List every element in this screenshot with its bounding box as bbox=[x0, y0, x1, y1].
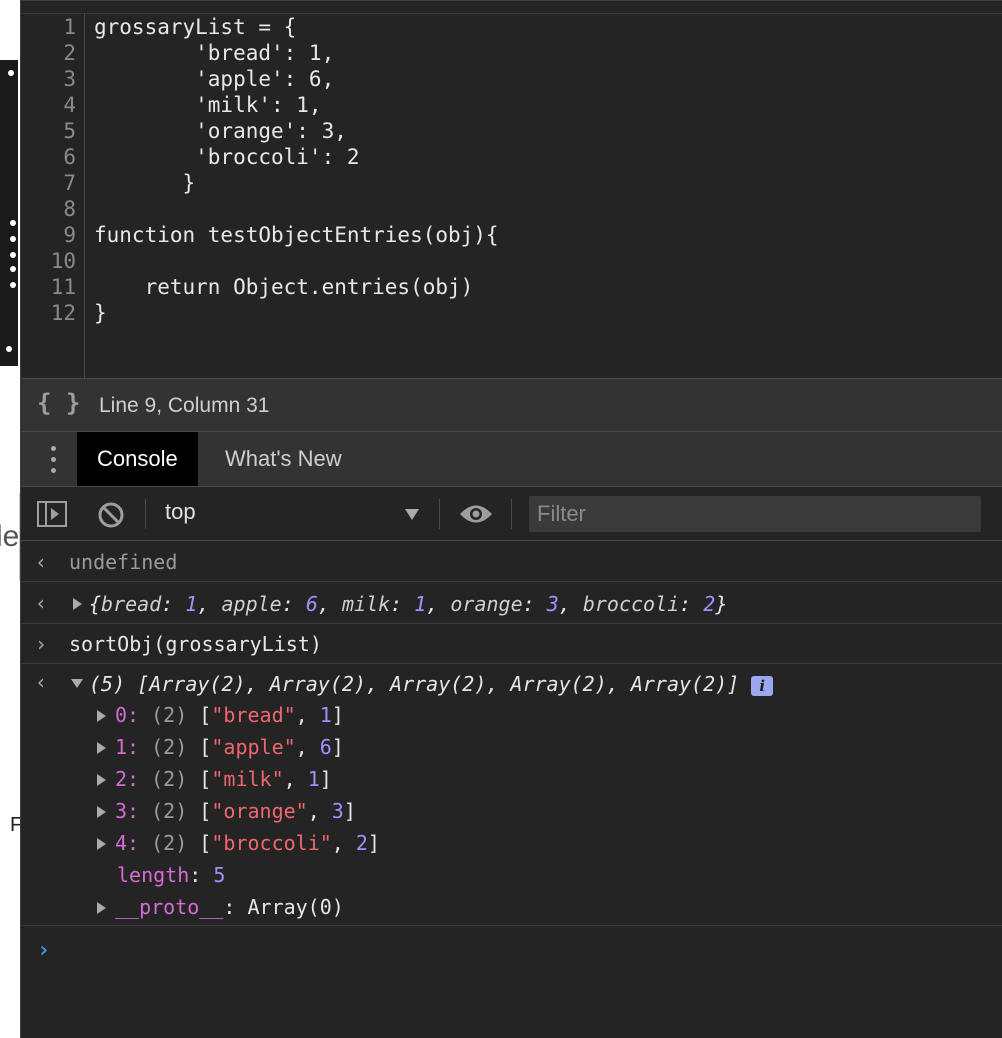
line-number: 10 bbox=[50, 249, 76, 273]
console-output: ‹ undefined ‹ {bread: 1, apple: 6, milk:… bbox=[21, 542, 1002, 1038]
code-line[interactable]: 'milk': 1, bbox=[94, 92, 321, 118]
code-line[interactable]: 'bread': 1, bbox=[94, 40, 334, 66]
console-message: ‹ undefined bbox=[21, 542, 1002, 582]
line-number: 1 bbox=[63, 15, 76, 39]
console-message: ‹ {bread: 1, apple: 6, milk: 1, orange: … bbox=[21, 582, 1002, 624]
input-text: sortObj(grossaryList) bbox=[69, 632, 322, 656]
code-line[interactable]: return Object.entries(obj) bbox=[94, 274, 474, 300]
devtools-panel: 1 2 3 4 5 6 7 8 9 10 11 12 grossaryList … bbox=[20, 0, 1002, 1038]
code-line[interactable]: 'orange': 3, bbox=[94, 118, 347, 144]
line-number: 5 bbox=[63, 119, 76, 143]
array-proto[interactable]: __proto__: Array(0) bbox=[115, 894, 344, 920]
collapse-triangle-icon[interactable] bbox=[71, 679, 83, 688]
chevron-down-icon[interactable] bbox=[405, 509, 419, 520]
console-prompt-icon[interactable]: › bbox=[37, 938, 50, 963]
code-line[interactable]: 'apple': 6, bbox=[94, 66, 334, 92]
code-line[interactable]: } bbox=[94, 170, 196, 196]
array-length: length: 5 bbox=[117, 863, 226, 887]
cursor-position: Line 9, Column 31 bbox=[99, 394, 270, 417]
array-entry[interactable]: 4: (2) ["broccoli", 2] bbox=[115, 830, 380, 856]
array-entry[interactable]: 3: (2) ["orange", 3] bbox=[115, 798, 356, 824]
result-arrow-icon: ‹ bbox=[35, 550, 48, 574]
line-number: 3 bbox=[63, 67, 76, 91]
page-text-fragment: le bbox=[0, 520, 20, 553]
line-number: 8 bbox=[63, 197, 76, 221]
code-line[interactable]: 'broccoli': 2 bbox=[94, 144, 359, 170]
console-result: ‹ (5) [Array(2), Array(2), Array(2), Arr… bbox=[21, 664, 1002, 926]
code-line[interactable]: grossaryList = { bbox=[94, 14, 296, 40]
expand-triangle-icon[interactable] bbox=[97, 902, 106, 914]
line-number: 7 bbox=[63, 171, 76, 195]
line-number: 12 bbox=[50, 301, 76, 325]
drawer-tabbar: Console What's New bbox=[21, 432, 1002, 487]
input-prompt-icon: › bbox=[35, 632, 48, 656]
source-editor[interactable]: 1 2 3 4 5 6 7 8 9 10 11 12 grossaryList … bbox=[21, 0, 1002, 379]
context-selector[interactable]: top bbox=[165, 499, 196, 525]
expand-triangle-icon[interactable] bbox=[97, 710, 106, 722]
expand-triangle-icon[interactable] bbox=[97, 806, 106, 818]
page-image-fragment bbox=[0, 60, 18, 366]
expand-triangle-icon[interactable] bbox=[73, 598, 82, 610]
expand-triangle-icon[interactable] bbox=[97, 742, 106, 754]
more-tools-icon[interactable] bbox=[49, 446, 57, 474]
result-arrow-icon: ‹ bbox=[35, 591, 48, 615]
line-number: 6 bbox=[63, 145, 76, 169]
result-value: undefined bbox=[69, 550, 178, 574]
line-number: 11 bbox=[50, 275, 76, 299]
line-number: 4 bbox=[63, 93, 76, 117]
line-number-gutter[interactable]: 1 2 3 4 5 6 7 8 9 10 11 12 bbox=[21, 14, 85, 379]
line-number: 2 bbox=[63, 41, 76, 65]
line-number: 9 bbox=[63, 223, 76, 247]
clear-console-icon[interactable] bbox=[97, 501, 125, 529]
expand-triangle-icon[interactable] bbox=[97, 838, 106, 850]
filter-input[interactable] bbox=[529, 496, 981, 532]
expand-triangle-icon[interactable] bbox=[97, 774, 106, 786]
code-line[interactable]: function testObjectEntries(obj){ bbox=[94, 222, 499, 248]
object-preview[interactable]: {bread: 1, apple: 6, milk: 1, orange: 3,… bbox=[89, 591, 727, 617]
info-icon[interactable]: i bbox=[751, 675, 774, 696]
array-entry[interactable]: 0: (2) ["bread", 1] bbox=[115, 702, 344, 728]
pretty-print-icon[interactable]: { } bbox=[37, 389, 80, 417]
array-summary[interactable]: (5) [Array(2), Array(2), Array(2), Array… bbox=[89, 671, 774, 697]
tab-console[interactable]: Console bbox=[77, 432, 198, 486]
sidebar-toggle-icon[interactable] bbox=[37, 501, 67, 527]
code-line[interactable]: } bbox=[94, 300, 107, 326]
console-toolbar: top bbox=[21, 487, 1002, 541]
array-entry[interactable]: 1: (2) ["apple", 6] bbox=[115, 734, 344, 760]
editor-status-bar: { } Line 9, Column 31 bbox=[21, 378, 1002, 432]
array-entry[interactable]: 2: (2) ["milk", 1] bbox=[115, 766, 332, 792]
eye-icon[interactable] bbox=[459, 503, 493, 525]
tab-whats-new[interactable]: What's New bbox=[205, 432, 362, 486]
console-input-echo: › sortObj(grossaryList) bbox=[21, 624, 1002, 664]
result-arrow-icon: ‹ bbox=[35, 670, 48, 694]
